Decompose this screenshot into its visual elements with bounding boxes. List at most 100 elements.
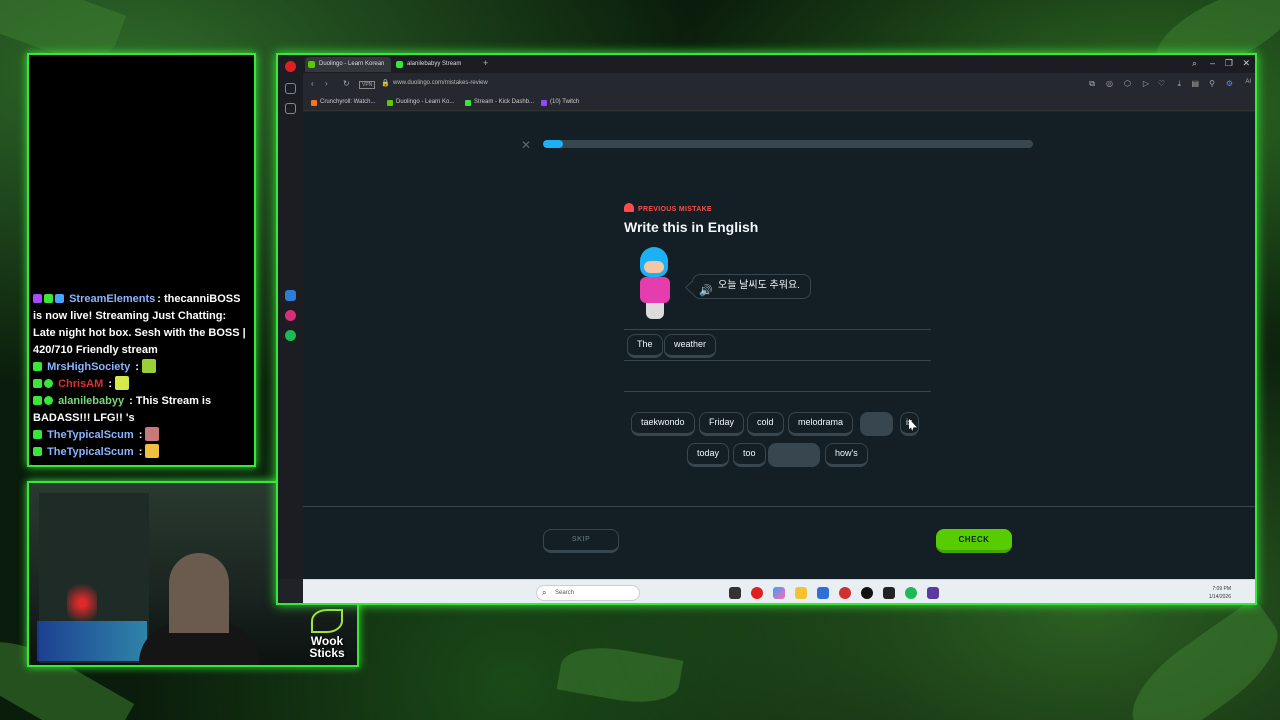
search-icon: ⌕ <box>542 588 547 597</box>
word-bank-chip[interactable]: today <box>687 443 730 467</box>
bookmark-item[interactable]: Stream - Kick Dashb... <box>465 99 534 106</box>
webcam-pc-glow <box>37 621 147 661</box>
lesson-progress-bar <box>543 140 1033 148</box>
page-tools-icon[interactable]: ⧉ <box>1089 79 1095 89</box>
leaf-logo-icon <box>311 609 343 633</box>
badge-icon <box>55 294 64 303</box>
star-icon[interactable] <box>285 103 296 114</box>
word-bank-chip[interactable]: melodrama <box>788 412 854 436</box>
word-bank-chip[interactable]: how's <box>825 443 868 467</box>
chat-message: TheTypicalScum : <box>33 444 250 461</box>
shield-icon[interactable]: ⬡ <box>1124 79 1131 88</box>
settings-icon[interactable]: ⚙ <box>1226 79 1233 88</box>
app-icon[interactable] <box>839 587 851 599</box>
opera-taskbar-icon[interactable] <box>751 587 763 599</box>
bookmark-item[interactable]: Crunchyroll: Watch... <box>311 99 375 106</box>
logo-line2: Sticks <box>309 646 345 660</box>
download-icon[interactable]: ⤓ <box>1177 79 1181 89</box>
chat-username: StreamElements <box>69 293 156 305</box>
profile-icon[interactable]: ⚲ <box>1209 79 1215 88</box>
instagram-icon[interactable] <box>285 310 296 321</box>
taskbar-clock[interactable]: 7:09 PM 1/14/2026 <box>1209 585 1231 601</box>
bookmark-item[interactable]: Duolingo - Learn Ko... <box>387 99 454 106</box>
emote-icon <box>115 376 130 390</box>
chat-username: TheTypicalScum <box>47 446 134 458</box>
new-tab-button[interactable]: + <box>483 58 488 68</box>
taskbar: ⌕ Search 7:09 PM 1/14/2026 <box>303 579 1255 603</box>
previous-mistake-text: PREVIOUS MISTAKE <box>638 206 712 213</box>
word-bank-chip[interactable]: taekwondo <box>631 412 695 436</box>
prompt-speech-bubble[interactable]: 🔊 오늘 날씨도 추워요. <box>692 274 811 299</box>
vpn-icon[interactable]: VPN <box>359 81 376 89</box>
home-icon[interactable] <box>285 83 296 94</box>
verified-badge-icon <box>44 379 53 388</box>
answer-line-bottom <box>624 391 931 392</box>
tab-label: Duolingo - Learn Korean <box>319 61 385 67</box>
emote-icon <box>145 444 160 458</box>
spotify-taskbar-icon[interactable] <box>905 587 917 599</box>
background-leaf <box>556 639 684 711</box>
exercise-title: Write this in English <box>624 219 759 235</box>
obs-icon[interactable] <box>861 587 873 599</box>
answer-word-chip[interactable]: weather <box>664 334 717 358</box>
extensions-icon[interactable]: ▤ <box>1191 79 1199 88</box>
chat-message: StreamElements: thecanniBOSS is now live… <box>33 291 250 359</box>
emote-icon <box>141 359 156 373</box>
taskbar-search[interactable]: ⌕ Search <box>536 585 640 601</box>
tab-search-icon[interactable]: ⌕ <box>1192 58 1197 69</box>
duolingo-page: ✕ PREVIOUS MISTAKE Write this in English… <box>303 112 1255 579</box>
duo-character <box>638 247 674 325</box>
chat-separator: : <box>135 446 146 458</box>
tab-duolingo[interactable]: Duolingo - Learn Korean <box>305 57 391 72</box>
word-bank-chip[interactable]: cold <box>747 412 784 436</box>
browser-window: Duolingo - Learn Korean alanilebabyy Str… <box>276 53 1257 605</box>
word-bank-chip[interactable]: too <box>733 443 766 467</box>
chat-separator: : <box>135 429 146 441</box>
kick-badge-icon <box>33 379 42 388</box>
chat-message: ChrisAM : <box>33 376 250 393</box>
url-field[interactable]: www.duolingo.com/mistakes-review <box>393 80 488 86</box>
close-window-button[interactable]: ✕ <box>1242 58 1250 69</box>
minimize-button[interactable]: – <box>1210 58 1215 68</box>
opera-logo-icon[interactable] <box>285 61 296 72</box>
bookmark-label: (10) Twitch <box>550 99 580 105</box>
ai-icon[interactable]: AI <box>1245 79 1251 85</box>
copilot-icon[interactable] <box>773 587 785 599</box>
previous-mistake-label: PREVIOUS MISTAKE <box>624 203 712 213</box>
restore-button[interactable]: ❐ <box>1225 58 1233 69</box>
close-lesson-icon[interactable]: ✕ <box>521 138 531 152</box>
forward-icon[interactable]: › <box>325 79 328 88</box>
back-icon[interactable]: ‹ <box>311 79 314 88</box>
tab-kick-stream[interactable]: alanilebabyy Stream <box>393 57 479 72</box>
bookmark-item[interactable]: (10) Twitch <box>541 99 580 106</box>
browser-sidebar <box>278 55 303 579</box>
task-view-icon[interactable] <box>729 587 741 599</box>
word-bank-chip[interactable]: Friday <box>699 412 745 436</box>
spotify-icon[interactable] <box>285 330 296 341</box>
prompt-text: 오늘 날씨도 추워요. <box>718 280 800 291</box>
taskbar-search-placeholder: Search <box>555 590 575 596</box>
clock-time: 7:09 PM <box>1212 586 1231 592</box>
speaker-icon[interactable]: 🔊 <box>699 280 713 302</box>
play-icon[interactable]: ▷ <box>1143 79 1149 88</box>
chat-username: alanilebabyy <box>58 395 125 407</box>
check-button[interactable]: CHECK <box>936 529 1012 553</box>
wook-sticks-logo: Wook Sticks <box>307 609 347 659</box>
skip-button[interactable]: SKIP <box>543 529 619 553</box>
chat-username: ChrisAM <box>58 378 104 390</box>
answer-word-chip[interactable]: The <box>627 334 663 358</box>
clock-date: 1/14/2026 <box>1208 594 1231 600</box>
file-explorer-icon[interactable] <box>795 587 807 599</box>
chat-message: MrsHighSociety : <box>33 359 250 376</box>
app-icon[interactable] <box>927 587 939 599</box>
store-icon[interactable] <box>817 587 829 599</box>
messenger-icon[interactable] <box>285 290 296 301</box>
reload-icon[interactable]: ↻ <box>343 79 350 88</box>
kick-badge-icon <box>33 430 42 439</box>
footer-divider <box>303 506 1255 507</box>
character-shirt <box>640 277 670 303</box>
favorite-icon[interactable]: ♡ <box>1158 79 1165 88</box>
camera-icon[interactable]: ◎ <box>1106 79 1113 88</box>
discord-icon[interactable] <box>883 587 895 599</box>
chat-separator: : <box>105 378 116 390</box>
